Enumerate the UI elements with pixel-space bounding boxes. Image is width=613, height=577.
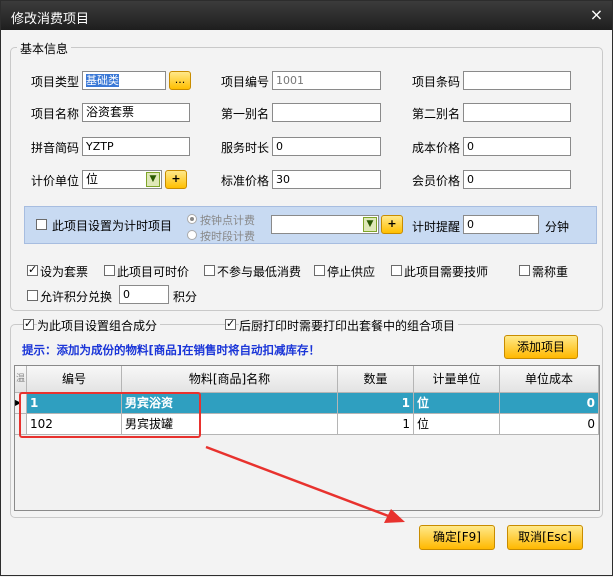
no-min-consume-checkbox[interactable]	[204, 265, 215, 276]
unit-label: 计价单位	[31, 174, 80, 188]
cost-label: 成本价格	[412, 141, 461, 155]
cell-unit[interactable]: 位	[414, 414, 500, 435]
time-price-checkbox[interactable]	[104, 265, 115, 276]
basic-info-legend: 基本信息	[17, 40, 72, 57]
type-picker-button[interactable]: ...	[169, 71, 191, 90]
need-technician-checkbox[interactable]	[391, 265, 402, 276]
member-price-label: 会员价格	[412, 174, 461, 188]
points-unit: 积分	[173, 290, 198, 304]
points-field[interactable]: 0	[119, 285, 169, 304]
cell-qty[interactable]: 1	[338, 414, 414, 435]
combo-hint: 提示：添加为成份的物料[商品]在销售时将自动扣减库存！	[22, 343, 321, 357]
combo-checkbox[interactable]	[23, 317, 34, 330]
package-checkbox[interactable]	[27, 263, 38, 276]
chevron-down-icon[interactable]: ▼	[146, 172, 160, 187]
stop-supply-label: 停止供应	[327, 265, 376, 279]
col-header-name[interactable]: 物料[商品]名称	[122, 366, 338, 393]
points-label: 允许积分兑换	[40, 290, 113, 304]
time-price-label: 此项目可时价	[117, 265, 190, 279]
radio-by-period[interactable]	[187, 230, 197, 240]
cell-qty[interactable]: 1	[338, 393, 414, 414]
add-unit-button[interactable]: +	[165, 170, 187, 189]
remind-label: 计时提醒	[412, 220, 461, 234]
barcode-field[interactable]	[463, 71, 571, 90]
type-field[interactable]: 基础类	[82, 71, 166, 90]
print-combo-label: 后厨打印时需要打印出套餐中的组合项目	[239, 317, 459, 334]
pinyin-field[interactable]: YZTP	[82, 137, 190, 156]
name-field[interactable]: 浴资套票	[82, 103, 190, 122]
item-no-label: 项目编号	[221, 75, 270, 89]
alias2-label: 第二别名	[412, 107, 461, 121]
col-header-cost[interactable]: 单位成本	[500, 366, 599, 393]
radio-by-period-label: 按时段计费	[200, 230, 255, 243]
need-technician-label: 此项目需要技师	[404, 265, 489, 279]
cost-field[interactable]: 0	[463, 137, 571, 156]
std-price-label: 标准价格	[221, 174, 270, 188]
pinyin-label: 拼音简码	[31, 141, 80, 155]
cell-unit[interactable]: 位	[414, 393, 500, 414]
timing-checkbox[interactable]	[36, 219, 47, 230]
col-header-no[interactable]: 编号	[27, 366, 122, 393]
cell-cost[interactable]: 0	[500, 393, 599, 414]
timing-checkbox-label: 此项目设置为计时项目	[52, 219, 173, 233]
cancel-button[interactable]: 取消[Esc]	[507, 525, 583, 550]
alias1-label: 第一别名	[221, 107, 270, 121]
need-weigh-label: 需称重	[532, 265, 569, 279]
alias2-field[interactable]	[463, 103, 571, 122]
package-label: 设为套票	[40, 265, 89, 279]
col-header-unit[interactable]: 计量单位	[414, 366, 500, 393]
name-label: 项目名称	[31, 107, 80, 121]
member-price-field[interactable]: 0	[463, 170, 571, 189]
window-title: 修改消费项目	[11, 12, 90, 27]
alias1-field[interactable]	[272, 103, 381, 122]
points-checkbox[interactable]	[27, 290, 38, 301]
col-header-qty[interactable]: 数量	[338, 366, 414, 393]
stop-supply-checkbox[interactable]	[314, 265, 325, 276]
close-icon[interactable]: ×	[588, 6, 605, 23]
no-min-consume-label: 不参与最低消费	[217, 265, 302, 279]
std-price-field[interactable]: 30	[272, 170, 381, 189]
combo-table: 温 编号 物料[商品]名称 数量 计量单位 单位成本 ▶ 1 男宾浴资 1 位 …	[14, 365, 600, 511]
duration-field[interactable]: 0	[272, 137, 381, 156]
unit-select[interactable]: 位 ▼	[82, 170, 162, 189]
chevron-down-icon[interactable]: ▼	[363, 217, 377, 232]
duration-label: 服务时长	[221, 141, 270, 155]
annotation-highlight-box	[19, 392, 201, 438]
timing-select[interactable]: ▼	[271, 215, 379, 234]
add-timing-button[interactable]: +	[381, 215, 403, 234]
add-item-button[interactable]: 添加项目	[504, 335, 578, 359]
type-label: 项目类型	[31, 75, 80, 89]
radio-by-hour-label: 按钟点计费	[200, 214, 255, 227]
combo-label: 为此项目设置组合成分	[37, 317, 161, 334]
type-value: 基础类	[86, 74, 119, 87]
print-combo-checkbox[interactable]	[225, 317, 236, 330]
minute-label: 分钟	[545, 220, 570, 234]
item-no-field[interactable]: 1001	[272, 71, 381, 90]
title-bar: 修改消费项目 ×	[1, 1, 612, 30]
remind-field[interactable]: 0	[463, 215, 539, 234]
cell-cost[interactable]: 0	[500, 414, 599, 435]
row-header-column: 温	[15, 366, 27, 393]
ok-button[interactable]: 确定[F9]	[419, 525, 495, 550]
need-weigh-checkbox[interactable]	[519, 265, 530, 276]
unit-value: 位	[86, 172, 99, 186]
barcode-label: 项目条码	[412, 75, 461, 89]
dialog-window: 修改消费项目 × 基本信息 项目类型 基础类 ... 项目编号 1001 项目条…	[0, 0, 613, 576]
radio-by-hour[interactable]	[187, 214, 197, 224]
